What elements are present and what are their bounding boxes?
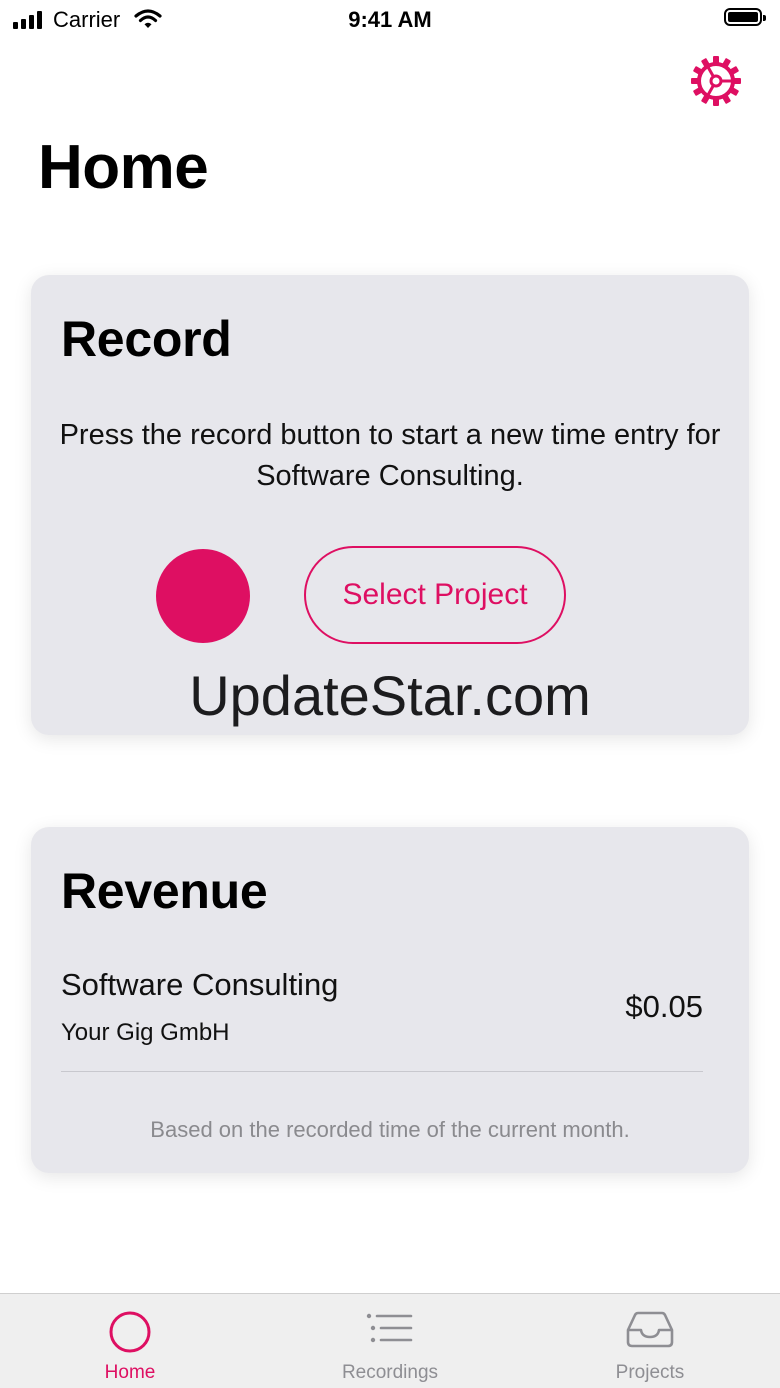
revenue-amount: $0.05 <box>625 989 703 1024</box>
battery-icon <box>724 8 766 26</box>
status-time: 9:41 AM <box>348 7 432 32</box>
settings-button[interactable] <box>690 55 742 107</box>
record-description: Press the record button to start a new t… <box>59 419 721 492</box>
revenue-card: Revenue Software Consulting Your Gig Gmb… <box>31 827 749 1173</box>
gear-icon <box>691 56 741 106</box>
revenue-footnote: Based on the recorded time of the curren… <box>150 1117 630 1142</box>
tab-recordings[interactable]: Recordings <box>260 1294 520 1388</box>
divider <box>61 1071 703 1072</box>
page-title: Home <box>38 133 209 202</box>
status-bar: Carrier 9:41 AM <box>0 0 780 40</box>
tray-icon <box>626 1311 674 1348</box>
record-button[interactable] <box>156 549 250 643</box>
circle-icon <box>109 1311 151 1353</box>
revenue-card-title: Revenue <box>61 863 268 919</box>
select-project-button[interactable]: Select Project <box>304 546 566 644</box>
record-card: Record Press the record button to start … <box>31 275 749 735</box>
tab-home-label: Home <box>104 1362 156 1383</box>
tab-projects[interactable]: Projects <box>520 1294 780 1388</box>
tab-home[interactable]: Home <box>0 1294 260 1388</box>
list-icon <box>366 1313 413 1343</box>
record-card-title: Record <box>61 311 232 367</box>
revenue-client-name: Your Gig GmbH <box>61 1019 230 1046</box>
revenue-project-name: Software Consulting <box>61 967 339 1002</box>
tab-bar: Home Recordings Projects <box>0 1293 780 1388</box>
tab-projects-label: Projects <box>615 1362 685 1383</box>
watermark-text: UpdateStar.com <box>189 664 591 727</box>
tab-recordings-label: Recordings <box>341 1362 439 1383</box>
